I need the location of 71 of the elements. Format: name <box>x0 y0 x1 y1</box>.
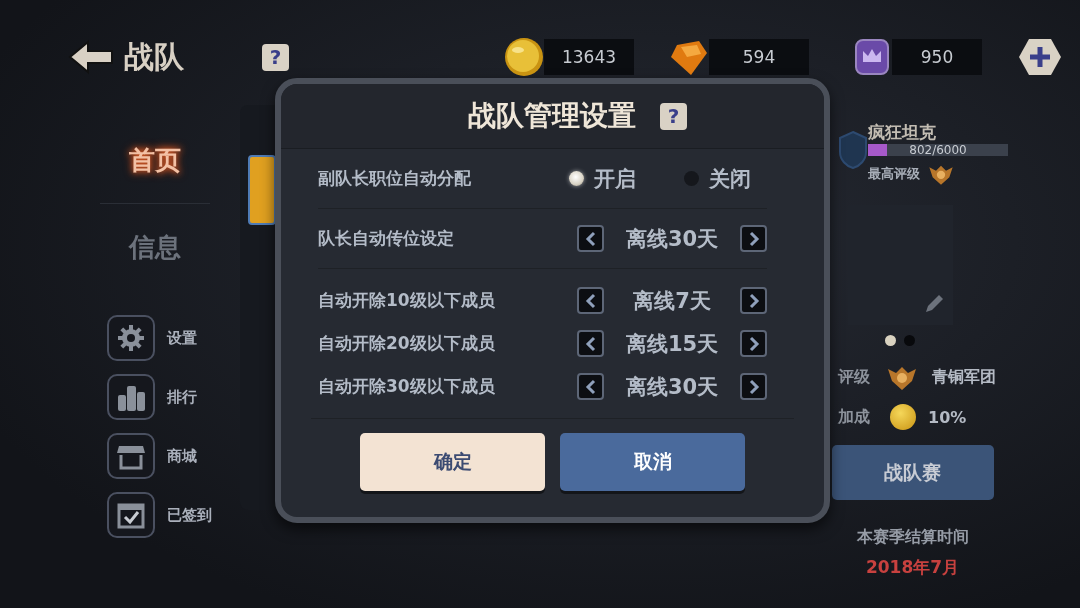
season-label: 本赛季结算时间 <box>856 526 969 548</box>
crown-icon <box>852 37 892 77</box>
setting-label: 自动开除10级以下成员 <box>318 289 496 312</box>
previous-button[interactable] <box>577 330 604 357</box>
bonus-label: 加成 <box>838 406 871 428</box>
setting-label: 自动开除20级以下成员 <box>318 332 496 355</box>
next-button[interactable] <box>740 373 767 400</box>
back-arrow-icon <box>68 39 116 75</box>
best-rank-label: 最高评级 <box>868 165 920 183</box>
radio-option[interactable]: 关闭 <box>684 164 767 193</box>
currency-amount: 13643 <box>544 39 634 75</box>
shortcut-label: 排行 <box>167 387 197 407</box>
chevron-right-icon <box>747 378 760 395</box>
chevron-right-icon <box>747 230 760 247</box>
bonus-value: 10% <box>928 407 967 427</box>
setting-label: 副队长职位自动分配 <box>318 167 472 190</box>
page-dot[interactable] <box>904 335 915 346</box>
shortcut-label: 商城 <box>167 446 197 466</box>
currency-amount: 594 <box>709 39 809 75</box>
chevron-right-icon <box>747 292 760 309</box>
next-button[interactable] <box>740 330 767 357</box>
shortcut-button[interactable] <box>107 492 155 538</box>
setting-value: 离线15天 <box>624 330 720 358</box>
add-button[interactable] <box>1018 37 1062 77</box>
help-button[interactable]: ? <box>660 102 687 130</box>
sidebar-tab[interactable]: 信息 <box>100 204 210 291</box>
chevron-left-icon <box>584 292 597 309</box>
previous-button[interactable] <box>577 287 604 314</box>
calendar-check-icon <box>117 501 145 529</box>
gear-icon <box>117 324 145 352</box>
back-button[interactable] <box>68 39 116 75</box>
team-match-button[interactable]: 战队赛 <box>831 445 994 500</box>
confirm-button[interactable]: 确定 <box>360 433 545 491</box>
team-emblem-icon <box>248 155 276 225</box>
podium-icon <box>117 383 145 411</box>
page-dot[interactable] <box>885 335 896 346</box>
setting-value: 离线30天 <box>624 373 720 401</box>
next-button[interactable] <box>740 287 767 314</box>
pencil-icon <box>923 293 945 315</box>
season-date: 2018年7月 <box>865 556 960 578</box>
team-name: 疯狂坦克 <box>868 121 937 144</box>
shortcut-label: 设置 <box>167 328 197 348</box>
currency-amount: 950 <box>892 39 982 75</box>
shortcut-button[interactable] <box>107 315 155 361</box>
setting-value: 离线30天 <box>624 225 720 253</box>
shortcut-label: 已签到 <box>167 505 212 525</box>
cancel-button[interactable]: 取消 <box>560 433 745 491</box>
shield-icon <box>838 130 868 170</box>
chevron-left-icon <box>584 335 597 352</box>
help-button[interactable]: ? <box>262 43 289 71</box>
shortcut-button[interactable] <box>107 433 155 479</box>
previous-button[interactable] <box>577 225 604 252</box>
shortcut-button[interactable] <box>107 374 155 420</box>
exp-text: 802/6000 <box>908 143 968 158</box>
radio-option[interactable]: 开启 <box>569 164 684 193</box>
previous-button[interactable] <box>577 373 604 400</box>
setting-label: 自动开除30级以下成员 <box>318 375 496 398</box>
coin-icon <box>504 37 544 77</box>
chevron-right-icon <box>747 335 760 352</box>
rank-label: 评级 <box>838 366 871 388</box>
sidebar-tab[interactable]: 首页 <box>100 117 210 204</box>
rank-value: 青铜军团 <box>932 366 996 388</box>
setting-label: 队长自动传位设定 <box>318 227 455 250</box>
chevron-left-icon <box>584 378 597 395</box>
chevron-left-icon <box>584 230 597 247</box>
page-title: 战队 <box>124 37 184 76</box>
dialog-title: 战队管理设置 <box>468 98 636 134</box>
coin-icon <box>890 404 916 430</box>
next-button[interactable] <box>740 225 767 252</box>
plus-icon <box>1018 37 1062 77</box>
setting-value: 离线7天 <box>632 287 712 315</box>
